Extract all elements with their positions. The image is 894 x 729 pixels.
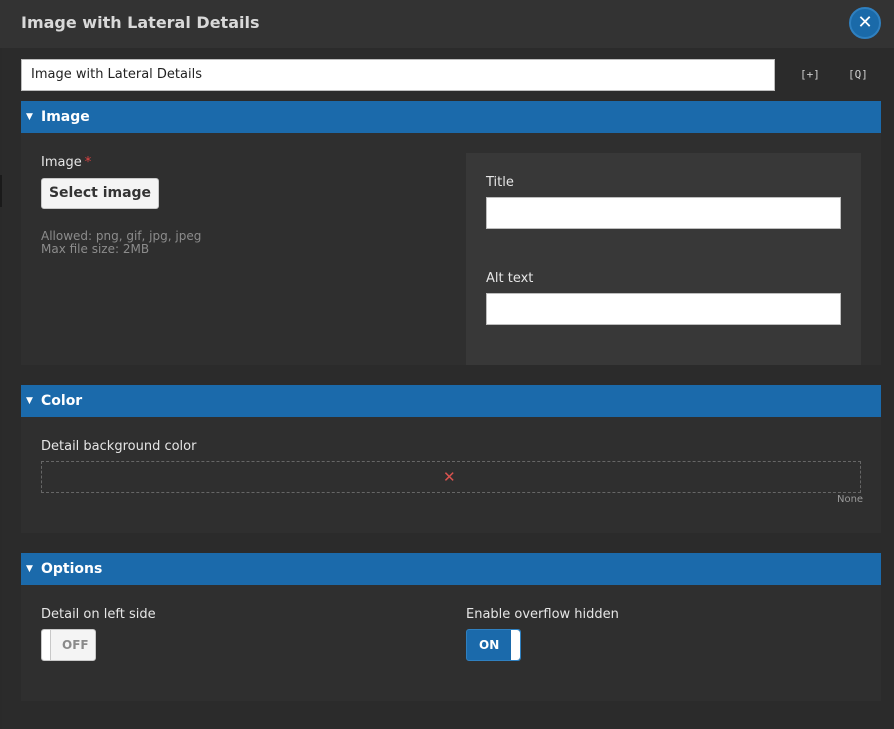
dialog-header: Image with Lateral Details ✕ — [0, 0, 894, 48]
toggle-state: OFF — [62, 638, 89, 652]
alt-text-label: Alt text — [486, 271, 534, 286]
caret-down-icon: ▼ — [26, 112, 33, 122]
image-label-text: Image — [41, 155, 82, 170]
section-title: Image — [41, 109, 90, 125]
close-icon: ✕ — [857, 12, 873, 33]
preview-icon[interactable]: [Q] — [848, 67, 868, 83]
title-label: Title — [486, 175, 514, 190]
caret-down-icon: ▼ — [26, 564, 33, 574]
overflow-hidden-label: Enable overflow hidden — [466, 607, 619, 622]
caret-down-icon: ▼ — [26, 396, 33, 406]
detail-left-side-label: Detail on left side — [41, 607, 156, 622]
section-header-options[interactable]: ▼ Options — [21, 553, 881, 585]
image-details-panel — [466, 153, 861, 365]
section-title: Options — [41, 561, 103, 577]
section-title: Color — [41, 393, 83, 409]
section-body-options — [21, 585, 881, 701]
clear-color-icon[interactable]: ✕ — [443, 468, 456, 486]
detail-bg-color-label: Detail background color — [41, 439, 197, 454]
edge-marker — [0, 175, 2, 207]
color-value-label: None — [837, 494, 864, 505]
max-file-size: Max file size: 2MB — [41, 242, 150, 256]
section-header-image[interactable]: ▼ Image — [21, 101, 881, 133]
alt-text-input[interactable] — [486, 293, 841, 325]
left-edge — [0, 0, 2, 729]
toggle-knob — [42, 630, 51, 660]
select-image-button[interactable]: Select image — [41, 178, 159, 209]
toggle-state: ON — [479, 638, 500, 652]
title-input[interactable] — [486, 197, 841, 229]
required-mark: * — [84, 155, 92, 170]
expand-icon[interactable]: [+] — [800, 67, 820, 83]
close-button[interactable]: ✕ — [849, 7, 881, 39]
element-name-input[interactable]: Image with Lateral Details — [21, 59, 775, 91]
dialog-title: Image with Lateral Details — [21, 13, 260, 32]
overflow-hidden-toggle[interactable]: ON — [466, 629, 521, 661]
toggle-knob — [511, 630, 520, 660]
allowed-types: Allowed: png, gif, jpg, jpeg — [41, 229, 202, 243]
detail-left-side-toggle[interactable]: OFF — [41, 629, 96, 661]
section-header-color[interactable]: ▼ Color — [21, 385, 881, 417]
image-label: Image * — [41, 155, 91, 170]
